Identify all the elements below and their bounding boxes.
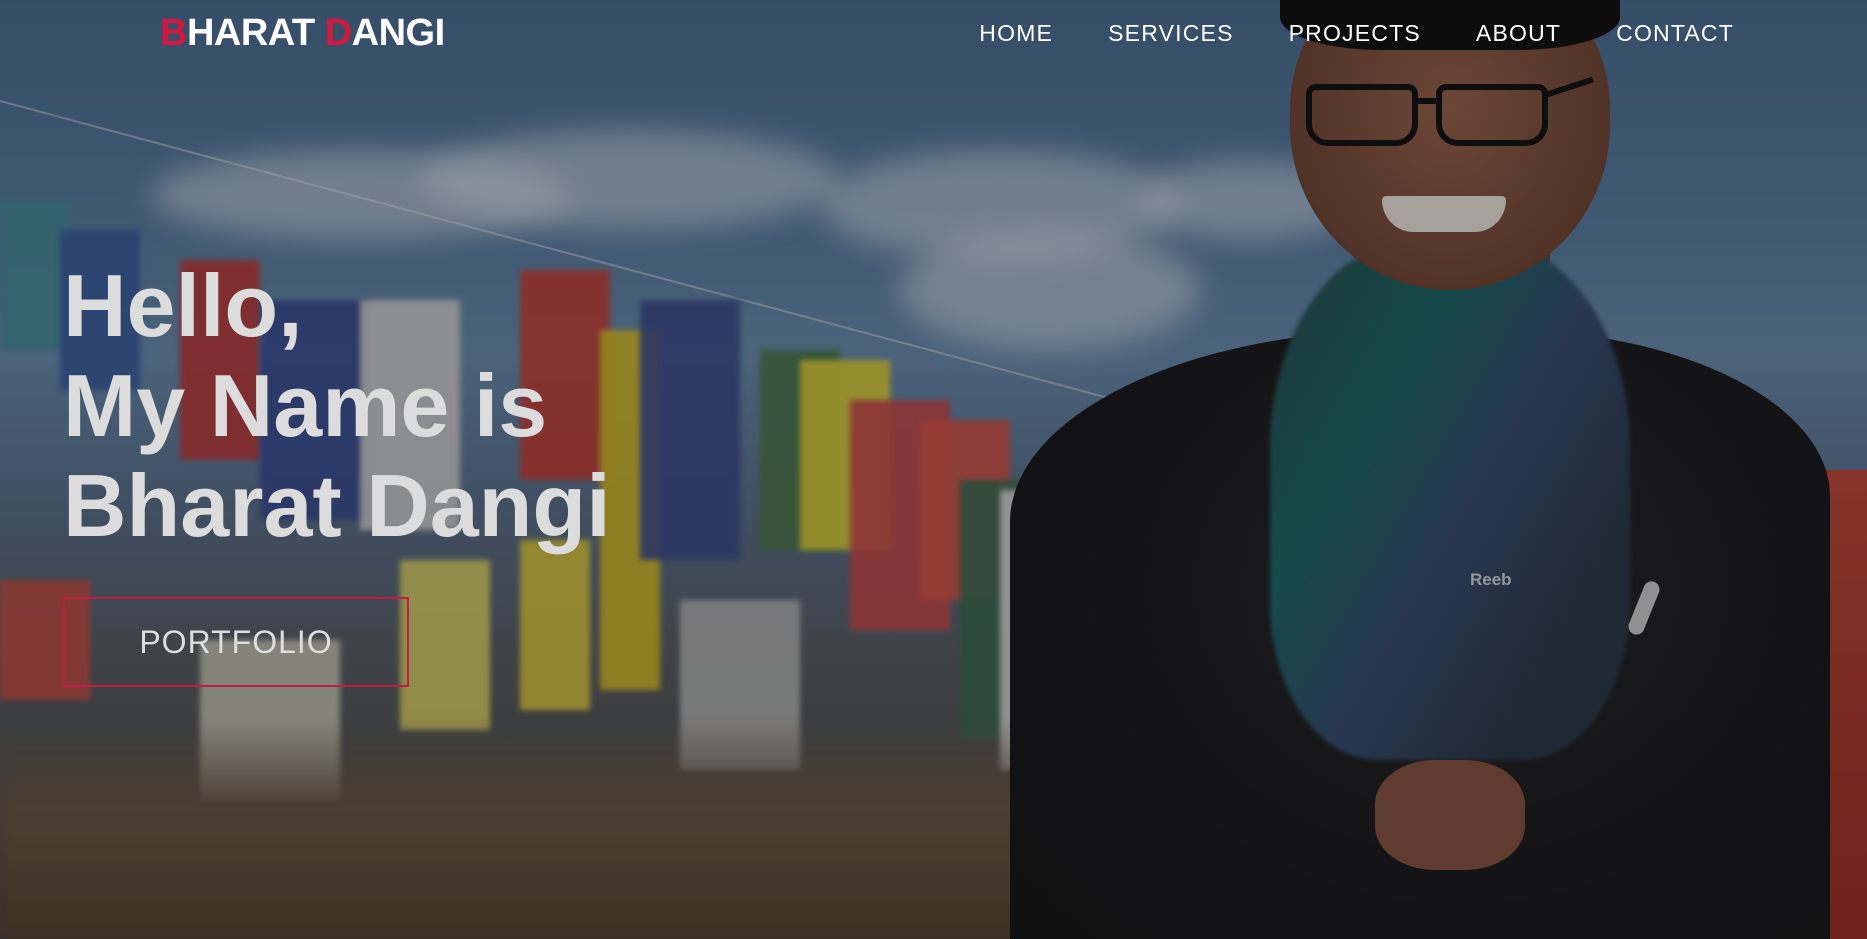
brand-logo[interactable]: BHARAT DANGI (160, 12, 445, 55)
top-navbar: BHARAT DANGI HOME SERVICES PROJECTS ABOU… (0, 0, 1867, 68)
nav-link-projects[interactable]: PROJECTS (1289, 20, 1421, 47)
hero-greeting: Hello, (63, 256, 303, 355)
hero-name: Bharat Dangi (63, 456, 611, 555)
brand-rest-first: HARAT (186, 12, 315, 54)
portfolio-button[interactable]: PORTFOLIO (63, 597, 409, 687)
nav-link-about[interactable]: ABOUT (1476, 20, 1561, 47)
hero-intro: My Name is (63, 356, 548, 455)
brand-initial-first: B (160, 12, 187, 54)
nav-link-services[interactable]: SERVICES (1108, 20, 1234, 47)
brand-initial-last: D (324, 12, 352, 54)
nav-link-home[interactable]: HOME (979, 20, 1053, 47)
hero-heading: Hello, My Name is Bharat Dangi (63, 256, 611, 556)
nav-link-contact[interactable]: CONTACT (1616, 20, 1734, 47)
brand-rest-last: ANGI (351, 12, 446, 54)
main-nav: HOME SERVICES PROJECTS ABOUT CONTACT (979, 20, 1734, 47)
portfolio-button-label: PORTFOLIO (139, 623, 333, 660)
